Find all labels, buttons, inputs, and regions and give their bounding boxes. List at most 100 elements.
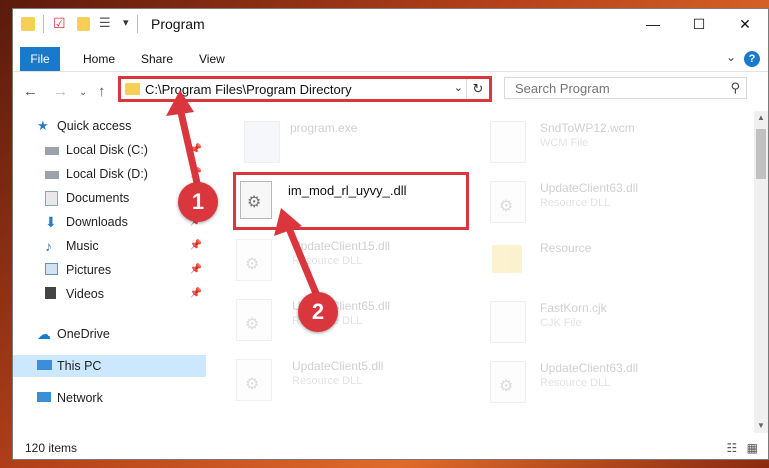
ribbon-tabs: File Home Share View ⌄ ? [13, 47, 768, 72]
scrollbar-thumb[interactable] [756, 129, 766, 179]
sidebar-item-this-pc[interactable]: This PC [13, 355, 206, 377]
forward-button[interactable]: → [53, 83, 68, 100]
file-item[interactable]: ⚙ UpdateClient15.dll Resource DLL [236, 237, 476, 289]
sidebar-item-label: This PC [57, 359, 102, 373]
sidebar-item-music[interactable]: ♪ Music 📌 [13, 235, 206, 257]
pin-icon[interactable]: 📌 [190, 139, 202, 161]
file-type: Resource DLL [540, 377, 611, 389]
file-name: im_mod_rl_uyvy_.dll [288, 183, 407, 198]
sidebar-item-onedrive[interactable]: ☁ OneDrive [13, 323, 206, 345]
address-dropdown-icon[interactable]: ⌄ [454, 81, 463, 94]
file-item[interactable]: FastKorn.cjk CJK File [490, 299, 730, 351]
download-icon: ⬇ [45, 214, 57, 230]
dll-file-icon: ⚙ [236, 239, 272, 281]
vertical-scrollbar[interactable]: ▲ ▼ [754, 111, 768, 433]
search-box[interactable]: ⚲ [504, 77, 747, 99]
file-type: WCM File [540, 137, 589, 149]
sidebar-item-videos[interactable]: Videos 📌 [13, 283, 206, 305]
sidebar-item-label: Quick access [57, 119, 132, 133]
gear-icon: ⚙ [499, 378, 514, 395]
file-item[interactable]: ⚙ UpdateClient63.dll Resource DLL [490, 359, 730, 411]
properties-icon[interactable]: ☑ [53, 15, 66, 33]
tab-share[interactable]: Share [141, 47, 173, 71]
highlighted-dll-file[interactable]: ⚙ im_mod_rl_uyvy_.dll [233, 172, 469, 230]
gear-icon: ⚙ [499, 198, 514, 215]
file-name: UpdateClient15.dll [292, 239, 391, 253]
file-type: Resource DLL [292, 375, 363, 387]
list-view-icon[interactable]: ☰ [99, 15, 111, 33]
gear-icon: ⚙ [245, 316, 260, 333]
file-item[interactable]: program.exe [244, 119, 484, 171]
new-folder-icon[interactable] [77, 17, 90, 31]
file-item[interactable]: ⚙ UpdateClient5.dll Resource DLL [236, 357, 476, 409]
folder-item[interactable]: Resource [490, 239, 730, 291]
sidebar-item-local-disk-d[interactable]: Local Disk (D:) 📌 [13, 163, 206, 185]
sidebar-item-label: Local Disk (D:) [66, 167, 148, 181]
sidebar-item-local-disk-c[interactable]: Local Disk (C:) 📌 [13, 139, 206, 161]
network-icon [37, 392, 51, 402]
gear-icon: ⚙ [245, 376, 260, 393]
dll-file-icon: ⚙ [236, 359, 272, 401]
file-item[interactable]: SndToWP12.wcm WCM File [490, 119, 730, 171]
file-icon [490, 121, 526, 163]
back-button[interactable]: ← [23, 83, 38, 100]
sidebar-item-label: Videos [66, 287, 104, 301]
step-2-badge: 2 [298, 292, 338, 332]
view-toggle[interactable]: ☷ ▦ [727, 441, 758, 455]
minimize-button[interactable]: — [630, 9, 676, 39]
tab-file[interactable]: File [20, 47, 60, 71]
star-icon: ★ [37, 118, 49, 133]
gear-icon: ⚙ [245, 256, 260, 273]
program-icon [244, 121, 280, 163]
folder-icon [492, 245, 522, 273]
file-name: UpdateClient5.dll [292, 359, 384, 373]
step-1-badge: 1 [178, 182, 218, 222]
refresh-button[interactable]: ↻ [466, 79, 489, 99]
details-view-icon[interactable]: ☷ [727, 441, 738, 455]
pin-icon[interactable]: 📌 [190, 259, 202, 281]
address-path[interactable]: C:\Program Files\Program Directory [145, 82, 352, 97]
sidebar-item-downloads[interactable]: ⬇ Downloads 📌 [13, 211, 206, 233]
scroll-down-icon[interactable]: ▼ [754, 419, 768, 433]
documents-icon [45, 191, 58, 206]
navigation-pane: ★ Quick access Local Disk (C:) 📌 Local D… [13, 111, 206, 433]
sidebar-item-quick-access[interactable]: ★ Quick access [13, 115, 206, 137]
file-item[interactable]: ⚙ UpdateClient65.dll Resource DLL [236, 297, 476, 349]
dll-file-icon: ⚙ [490, 181, 526, 223]
pictures-icon [45, 263, 58, 275]
maximize-button[interactable]: ☐ [676, 9, 722, 39]
disk-icon [45, 147, 59, 155]
search-icon[interactable]: ⚲ [730, 80, 740, 96]
sidebar-item-label: Pictures [66, 263, 112, 277]
file-list: program.exe ⚙ UpdateClient15.dll Resourc… [218, 111, 745, 433]
pc-icon [37, 360, 52, 370]
sidebar-item-network[interactable]: Network [13, 387, 206, 409]
pin-icon[interactable]: 📌 [190, 235, 202, 257]
sidebar-item-label: Local Disk (C:) [66, 143, 148, 157]
file-name: UpdateClient63.dll [540, 181, 639, 195]
sidebar-item-label: Downloads [66, 215, 128, 229]
large-icons-view-icon[interactable]: ▦ [747, 441, 758, 455]
dll-file-icon: ⚙ [490, 361, 526, 403]
folder-icon [21, 17, 35, 31]
help-button[interactable]: ? [744, 51, 760, 67]
sidebar-item-label: Network [57, 391, 103, 405]
window-title: Program [151, 16, 205, 32]
close-button[interactable]: ✕ [722, 9, 768, 39]
file-item[interactable]: ⚙ UpdateClient63.dll Resource DLL [490, 179, 730, 231]
sidebar-item-documents[interactable]: Documents 📌 [13, 187, 206, 209]
title-bar: ☑ ☰ ▾ Program — ☐ ✕ [13, 9, 768, 39]
up-button[interactable]: ↑ [98, 83, 106, 100]
tab-view[interactable]: View [199, 47, 225, 71]
scroll-up-icon[interactable]: ▲ [754, 111, 768, 125]
chevron-down-icon[interactable]: ▾ [123, 16, 129, 34]
search-input[interactable] [513, 80, 717, 97]
recent-locations-icon[interactable]: ⌄ [79, 87, 87, 98]
pin-icon[interactable]: 📌 [190, 283, 202, 305]
tab-home[interactable]: Home [83, 47, 115, 71]
expand-ribbon-icon[interactable]: ⌄ [726, 50, 736, 64]
address-bar[interactable]: C:\Program Files\Program Directory ⌄ ↻ [118, 76, 492, 102]
gear-icon: ⚙ [247, 194, 262, 211]
folder-name: Resource [540, 241, 592, 255]
sidebar-item-pictures[interactable]: Pictures 📌 [13, 259, 206, 281]
